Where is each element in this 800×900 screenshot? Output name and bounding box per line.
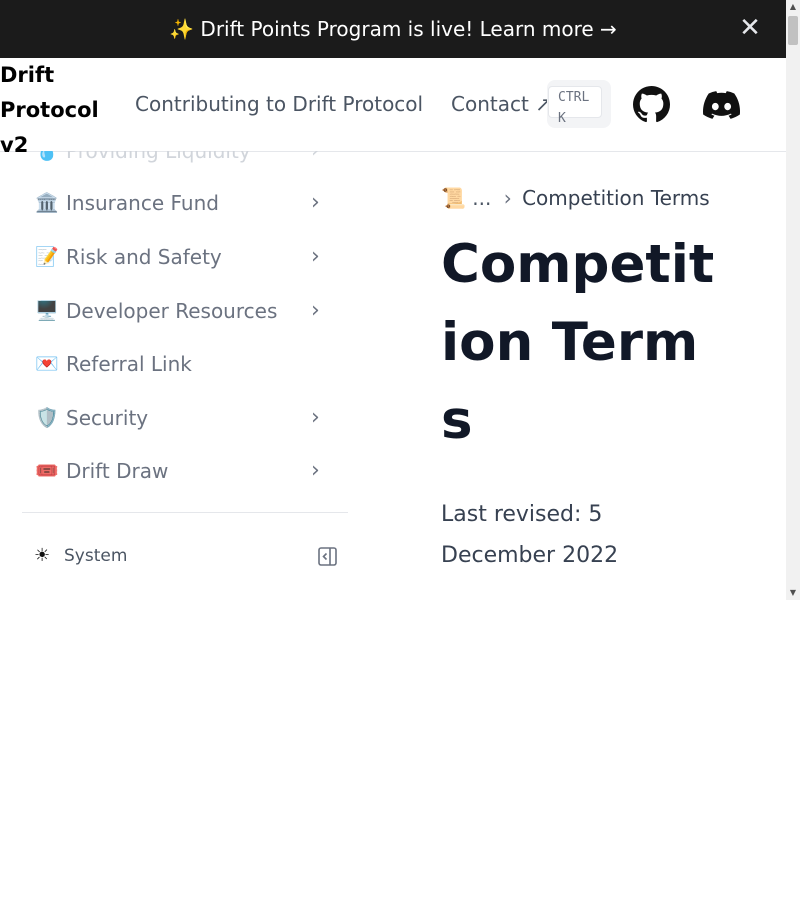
- scroll-icon: 📜: [441, 186, 466, 210]
- announcement-link[interactable]: ✨ Drift Points Program is live! Learn mo…: [0, 15, 786, 43]
- sidebar-collapse-icon[interactable]: [318, 547, 337, 566]
- sidebar-item-label: Drift Draw: [66, 459, 169, 483]
- sidebar-item-security[interactable]: 🛡️ Security ›: [35, 398, 335, 438]
- scrollbar-thumb[interactable]: [788, 16, 798, 45]
- bank-icon: 🏛️: [35, 192, 59, 214]
- sidebar-item-label: Providing Liquidity: [66, 151, 251, 163]
- breadcrumb-ellipsis[interactable]: ...: [472, 186, 491, 210]
- chevron-right-icon[interactable]: ›: [311, 398, 320, 438]
- sidebar-item-label: Referral Link: [66, 352, 192, 376]
- page-viewport: ✨ Drift Points Program is live! Learn mo…: [0, 0, 800, 600]
- docs-sidebar: 💧 Providing Liquidity › 🏛️ Insurance Fun…: [0, 151, 365, 600]
- sidebar-item-risk-and-safety[interactable]: 📝 Risk and Safety ›: [35, 237, 335, 277]
- sidebar-item-providing-liquidity[interactable]: 💧 Providing Liquidity ›: [35, 151, 335, 171]
- chevron-right-icon[interactable]: ›: [311, 291, 320, 331]
- theme-label: System: [64, 546, 128, 566]
- chevron-right-icon[interactable]: ›: [311, 451, 320, 491]
- last-revised-text: Last revised: 5 December 2022: [441, 502, 619, 568]
- breadcrumb: 📜 ... › Competition Terms: [441, 184, 710, 212]
- sidebar-item-referral-link[interactable]: 💌 Referral Link: [35, 344, 335, 384]
- sidebar-item-label: Insurance Fund: [66, 191, 219, 215]
- site-logo[interactable]: Drift Protocol v2: [0, 58, 112, 163]
- main-content: 📜 ... › Competition Terms Competition Te…: [441, 151, 771, 600]
- memo-icon: 📝: [35, 246, 59, 268]
- sidebar-divider: [22, 512, 348, 513]
- theme-switcher[interactable]: ☀ System: [34, 545, 127, 567]
- desktop-computer-icon: 🖥️: [35, 300, 59, 322]
- sidebar-item-label: Developer Resources: [66, 299, 278, 323]
- sidebar-item-label: Security: [66, 406, 149, 430]
- love-letter-icon: 💌: [35, 353, 59, 375]
- sidebar-item-label: Risk and Safety: [66, 245, 222, 269]
- search-shortcut-kbd[interactable]: CTRL K: [548, 86, 602, 126]
- navbar: Drift Protocol v2 Contributing to Drift …: [0, 58, 786, 157]
- nav-link-contributing[interactable]: Contributing to Drift Protocol: [135, 90, 423, 118]
- announcement-banner: ✨ Drift Points Program is live! Learn mo…: [0, 0, 786, 58]
- chevron-right-icon[interactable]: ›: [311, 151, 320, 171]
- sidebar-item-developer-resources[interactable]: 🖥️ Developer Resources ›: [35, 291, 335, 331]
- sidebar-item-insurance-fund[interactable]: 🏛️ Insurance Fund ›: [35, 183, 335, 223]
- ticket-icon: 🎟️: [35, 460, 59, 482]
- breadcrumb-current: Competition Terms: [522, 186, 710, 210]
- scroll-up-arrow-icon[interactable]: ▲: [786, 0, 800, 14]
- water-drop-icon: 💧: [35, 151, 59, 162]
- page-scrollbar[interactable]: ▲ ▼: [786, 0, 800, 600]
- page-title: Competition Terms: [441, 234, 715, 451]
- chevron-right-icon[interactable]: ›: [311, 183, 320, 223]
- close-icon[interactable]: ✕: [738, 14, 762, 42]
- scroll-down-arrow-icon[interactable]: ▼: [786, 586, 800, 600]
- shield-icon: 🛡️: [35, 407, 59, 429]
- github-icon[interactable]: [633, 86, 670, 123]
- sidebar-item-drift-draw[interactable]: 🎟️ Drift Draw ›: [35, 451, 335, 491]
- nav-link-contact[interactable]: Contact ↗: [451, 90, 552, 118]
- sun-icon: ☀: [34, 545, 51, 566]
- chevron-right-icon: ›: [503, 186, 512, 210]
- discord-icon[interactable]: [703, 91, 740, 119]
- chevron-right-icon[interactable]: ›: [311, 237, 320, 277]
